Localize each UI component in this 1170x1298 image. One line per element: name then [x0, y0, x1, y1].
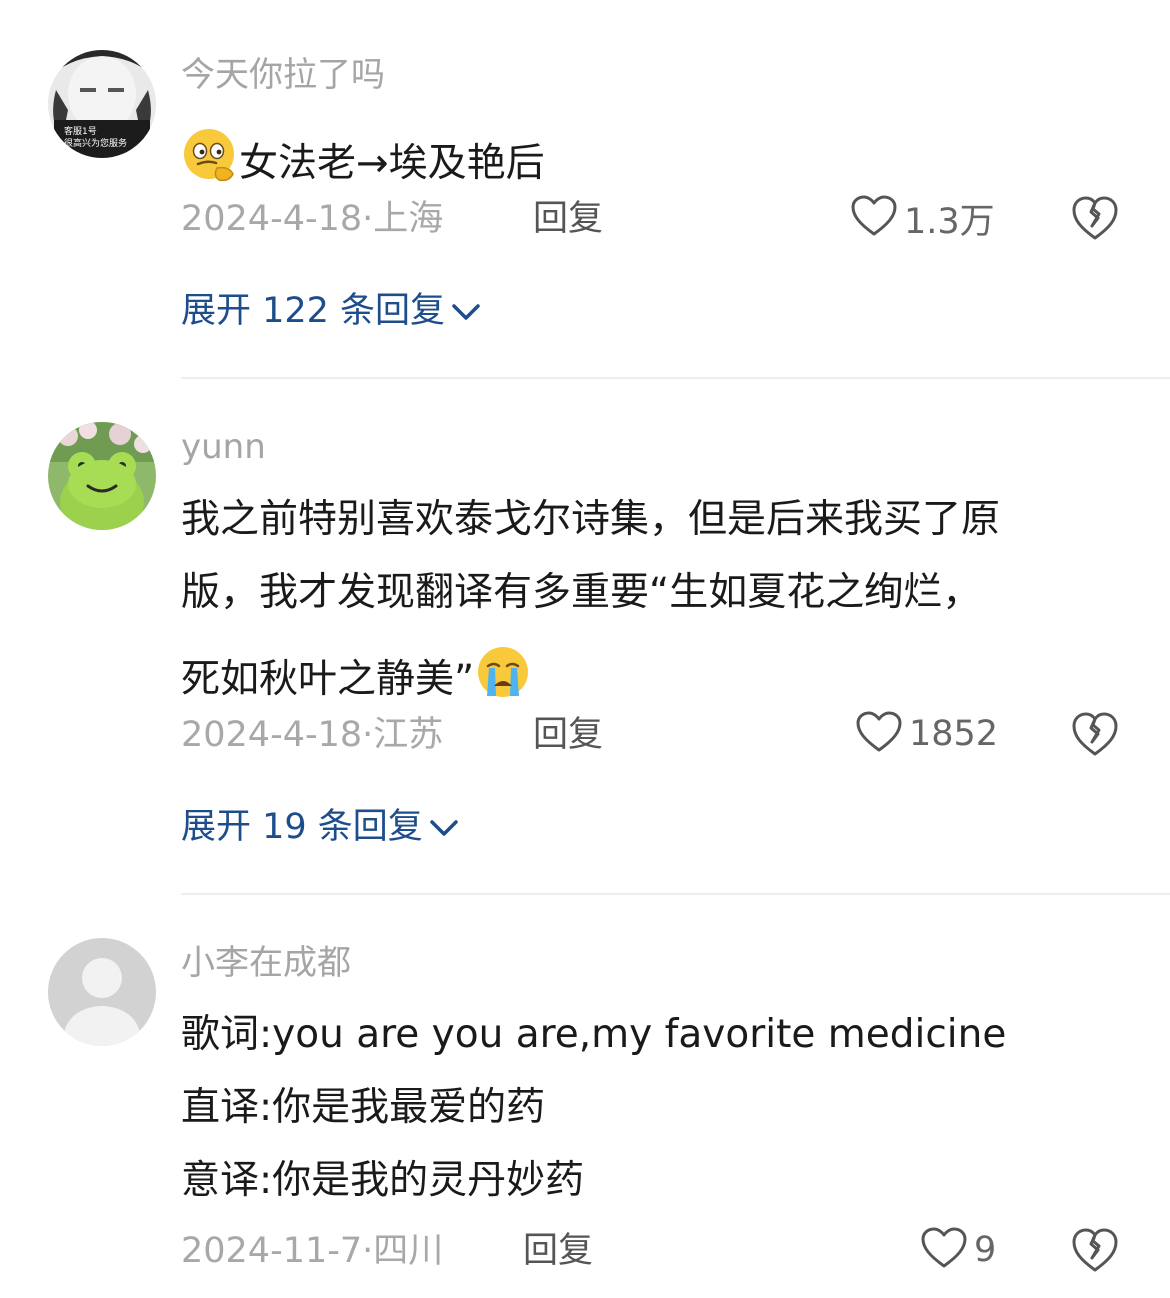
chevron-down-icon [423, 810, 459, 845]
comment-text: 死如秋叶之静美” [181, 644, 532, 707]
like-count: 1.3万 [904, 201, 995, 242]
meta-separator: · [362, 1231, 374, 1271]
expand-replies-label: 展开 122 条回复 [181, 291, 446, 331]
crying-face-emoji [474, 644, 532, 707]
comment-text-line: 死如秋叶之静美” [181, 657, 475, 702]
comment-location: 上海 [373, 199, 444, 239]
heart-icon [855, 710, 903, 758]
comment-date: 2024-11-7 [181, 1231, 363, 1271]
comment-date: 2024-4-18 [181, 199, 363, 239]
expand-replies-link[interactable]: 展开 122 条回复 [181, 294, 481, 329]
comment-date: 2024-4-18 [181, 715, 363, 755]
comment-location: 四川 [373, 1231, 444, 1271]
username[interactable]: 小李在成都 [181, 946, 351, 980]
like-button[interactable]: 1.3万 [850, 194, 995, 242]
avatar[interactable]: 客服1号 很高兴为您服务 [48, 50, 156, 158]
divider [181, 893, 1170, 895]
comment-text-line: 直译:你是我最爱的药 [181, 1085, 546, 1130]
comment-meta: 2024-4-18·上海 [181, 202, 443, 237]
meta-separator: · [362, 199, 374, 239]
comment-text-line: 歌词:you are you are,my favorite medicine [181, 1012, 1007, 1057]
reply-button[interactable]: 回复 [523, 1234, 593, 1269]
comment-text-line: 版，我才发现翻译有多重要“生如夏花之绚烂， [181, 570, 982, 615]
reply-button[interactable]: 回复 [533, 718, 603, 753]
broken-heart-icon[interactable] [1070, 194, 1120, 242]
like-button[interactable]: 1852 [855, 710, 998, 758]
comment-text-line: 女法老→埃及艳后 [239, 141, 545, 186]
like-count: 9 [974, 1230, 997, 1270]
comment-location: 江苏 [373, 715, 444, 755]
chevron-down-icon [445, 294, 481, 329]
comment-text-line: 我之前特别喜欢泰戈尔诗集，但是后来我买了原 [181, 497, 1001, 542]
comment-meta: 2024-11-7·四川 [181, 1234, 443, 1269]
divider [181, 377, 1170, 379]
like-button[interactable]: 9 [920, 1226, 996, 1274]
expand-replies-label: 展开 19 条回复 [181, 807, 423, 847]
comment-text-line: 意译:你是我的灵丹妙药 [181, 1158, 585, 1203]
avatar-caption: 很高兴为您服务 [64, 139, 128, 149]
avatar-caption: 客服1号 [64, 127, 97, 137]
avatar[interactable] [48, 938, 156, 1046]
comment-text: 女法老→埃及艳后 [181, 126, 545, 191]
broken-heart-icon[interactable] [1070, 710, 1120, 758]
broken-heart-icon[interactable] [1070, 1226, 1120, 1274]
thinking-face-emoji [181, 126, 239, 191]
username[interactable]: yunn [181, 430, 266, 464]
like-count: 1852 [909, 714, 999, 754]
avatar[interactable] [48, 422, 156, 530]
heart-icon [920, 1226, 968, 1274]
heart-icon [850, 194, 898, 242]
comment-meta: 2024-4-18·江苏 [181, 718, 443, 753]
meta-separator: · [362, 715, 374, 755]
reply-button[interactable]: 回复 [533, 202, 603, 237]
expand-replies-link[interactable]: 展开 19 条回复 [181, 810, 459, 845]
username[interactable]: 今天你拉了吗 [181, 58, 385, 92]
